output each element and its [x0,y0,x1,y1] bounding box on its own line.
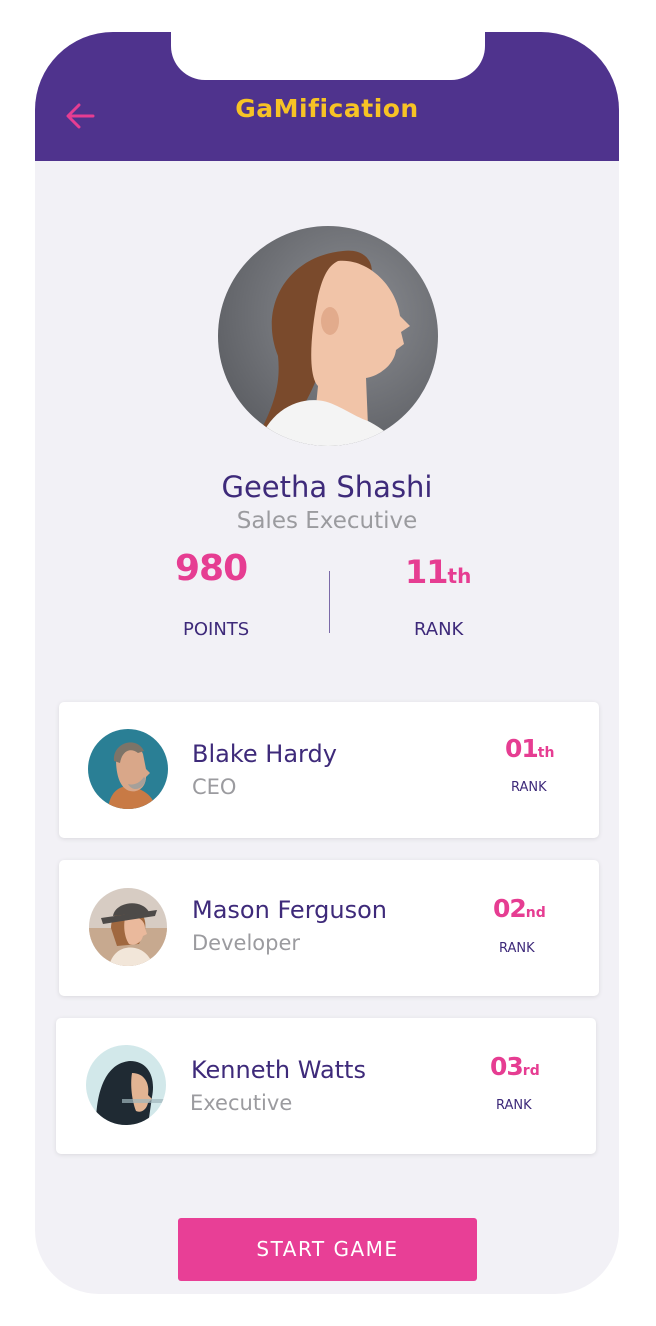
member-rank: 03rd [490,1052,540,1081]
rank-suffix: th [447,564,472,588]
profile-name: Geetha Shashi [221,470,433,504]
points-label: POINTS [183,619,250,640]
rank-suffix: nd [525,905,546,921]
member-role: Developer [192,931,301,955]
rank-suffix: th [537,745,555,761]
leaderboard-card[interactable]: Mason Ferguson Developer 02nd RANK [59,860,599,996]
avatar [86,1045,166,1125]
member-rank: 02nd [493,894,546,923]
rank-suffix: rd [522,1063,540,1079]
member-rank-label: RANK [496,1098,532,1113]
member-role: Executive [190,1091,293,1115]
start-game-button[interactable]: START GAME [178,1218,477,1281]
profile-avatar [218,226,438,446]
app-header: GaMification [35,32,619,161]
member-rank-label: RANK [499,941,535,956]
rank-value: 11th [405,553,472,591]
points-value: 980 [175,548,248,589]
avatar [89,888,167,966]
member-name: Kenneth Watts [191,1056,366,1084]
member-rank: 01th [505,734,555,763]
phone-notch [171,32,485,80]
rank-label: RANK [414,619,464,640]
member-name: Mason Ferguson [192,896,387,924]
stats-divider [329,571,330,633]
profile-role: Sales Executive [236,508,418,534]
leaderboard-card[interactable]: Kenneth Watts Executive 03rd RANK [56,1018,596,1154]
app-title: GaMification [235,94,419,123]
phone-frame: GaMification Geetha Shashi Sales Executi… [35,32,619,1294]
member-rank-label: RANK [511,780,547,795]
leaderboard-card[interactable]: Blake Hardy CEO 01th RANK [59,702,599,838]
member-role: CEO [192,775,237,799]
member-name: Blake Hardy [192,740,337,768]
avatar [88,729,168,809]
